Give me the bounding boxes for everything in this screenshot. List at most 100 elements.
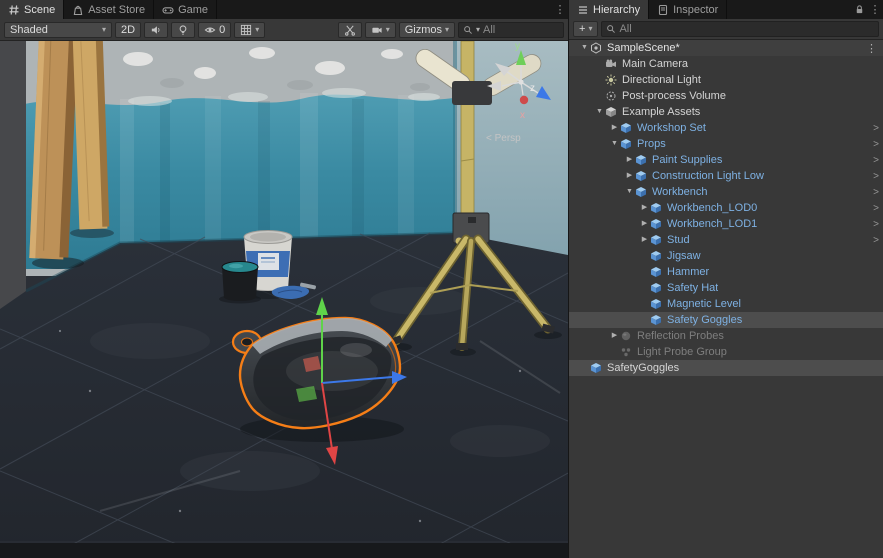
hierarchy-row[interactable]: ▶ Workbench_LOD0 >	[569, 200, 883, 216]
prefab-icon	[650, 314, 664, 326]
2d-toggle-label: 2D	[121, 24, 135, 36]
hierarchy-row[interactable]: Safety Goggles	[569, 312, 883, 328]
tab-label: Scene	[24, 4, 55, 16]
inspector-tab-icon	[657, 4, 669, 16]
visibility-toggle[interactable]: 0	[198, 22, 231, 38]
hierarchy-search[interactable]	[601, 21, 879, 37]
foldout-closed-icon[interactable]: ▶	[609, 328, 620, 344]
foldout-open-icon[interactable]: ▼	[624, 184, 635, 200]
prefab-icon	[650, 202, 664, 214]
hierarchy-row[interactable]: ▶Construction Light Low>	[569, 168, 883, 184]
lock-icon[interactable]	[851, 0, 867, 19]
tab-inspector[interactable]: Inspector	[649, 0, 727, 19]
kebab-menu-icon[interactable]: ⋮	[552, 0, 568, 19]
foldout-closed-icon[interactable]: ▶	[624, 152, 635, 168]
tab-label: Game	[178, 4, 208, 16]
hierarchy-row[interactable]: Safety Hat	[569, 280, 883, 296]
paint-can[interactable]	[219, 262, 261, 304]
prefab-icon	[650, 234, 664, 246]
foldout-closed-icon[interactable]: ▶	[609, 120, 620, 136]
hierarchy-row[interactable]: Main Camera	[569, 56, 883, 72]
hierarchy-item-label: Workbench	[652, 186, 707, 198]
tab-game[interactable]: Game	[154, 0, 217, 19]
hierarchy-row[interactable]: Post-process Volume	[569, 88, 883, 104]
unity-scene-icon	[590, 42, 604, 54]
scene-search-input[interactable]	[483, 24, 559, 36]
hierarchy-row[interactable]: Magnetic Level	[569, 296, 883, 312]
foldout-open-icon[interactable]: ▼	[594, 104, 605, 120]
gameobject-icon	[605, 106, 619, 118]
tab-label: Asset Store	[88, 4, 145, 16]
chevron-right-icon[interactable]: >	[873, 203, 879, 214]
chevron-right-icon[interactable]: >	[873, 171, 879, 182]
hierarchy-row[interactable]: ▶ Stud >	[569, 232, 883, 248]
chevron-right-icon[interactable]: >	[873, 155, 879, 166]
kebab-menu-icon[interactable]: ⋮	[866, 42, 879, 55]
shading-mode-dropdown[interactable]: Shaded ▾	[4, 22, 112, 38]
hierarchy-row[interactable]: ▶Workshop Set>	[569, 120, 883, 136]
chevron-right-icon[interactable]: >	[873, 219, 879, 230]
audio-icon	[150, 24, 162, 36]
tools-button[interactable]	[338, 22, 362, 38]
scene-viewport[interactable]: y z x < Persp	[0, 41, 568, 558]
tab-scene[interactable]: Scene	[0, 0, 64, 19]
hierarchy-search-input[interactable]	[619, 23, 874, 35]
hierarchy-item-label: Stud	[667, 234, 690, 246]
audio-toggle[interactable]	[144, 22, 168, 38]
chevron-right-icon[interactable]: >	[873, 123, 879, 134]
chevron-right-icon[interactable]: >	[873, 235, 879, 246]
foldout-open-icon[interactable]: ▼	[609, 136, 620, 152]
chevron-right-icon[interactable]: >	[873, 187, 879, 198]
hierarchy-row[interactable]: SafetyGoggles	[569, 360, 883, 376]
hidden-object-count: 0	[219, 24, 225, 36]
hierarchy-item-label: SafetyGoggles	[607, 362, 679, 374]
foldout-closed-icon[interactable]: ▶	[639, 200, 650, 216]
hierarchy-row[interactable]: Jigsaw	[569, 248, 883, 264]
asset-store-tab-icon	[72, 4, 84, 16]
light-icon	[605, 74, 619, 86]
hierarchy-row[interactable]: Light Probe Group	[569, 344, 883, 360]
tab-hierarchy[interactable]: Hierarchy	[569, 0, 649, 19]
prefab-icon	[590, 362, 604, 374]
hierarchy-item-label: Workbench_LOD1	[667, 218, 757, 230]
hierarchy-row[interactable]: ▶ Workbench_LOD1 >	[569, 216, 883, 232]
hierarchy-tab-icon	[577, 4, 589, 16]
prefab-icon	[650, 298, 664, 310]
axis-y-label: y	[515, 41, 520, 52]
volume-icon	[605, 90, 619, 102]
create-menu-button[interactable]: + ▾	[573, 21, 598, 37]
hierarchy-item-label: Light Probe Group	[637, 346, 727, 358]
projection-toggle-label[interactable]: < Persp	[486, 133, 521, 144]
hierarchy-row[interactable]: ▼ Workbench >	[569, 184, 883, 200]
2d-toggle[interactable]: 2D	[115, 22, 141, 38]
tab-asset-store[interactable]: Asset Store	[64, 0, 154, 19]
scene-search[interactable]: ▾	[458, 22, 564, 38]
scene-camera-dropdown[interactable]: ▾	[365, 22, 396, 38]
lighting-toggle[interactable]	[171, 22, 195, 38]
hierarchy-item-label: Workbench_LOD0	[667, 202, 757, 214]
chevron-right-icon[interactable]: >	[873, 139, 879, 150]
orientation-x-cone[interactable]	[520, 96, 528, 104]
hierarchy-row[interactable]: ▶Reflection Probes	[569, 328, 883, 344]
foldout-closed-icon[interactable]: ▶	[624, 168, 635, 184]
gizmos-dropdown[interactable]: Gizmos ▾	[399, 22, 455, 38]
hierarchy-row[interactable]: ▼Props>	[569, 136, 883, 152]
hierarchy-scene-row[interactable]: ▼ SampleScene* ⋮	[569, 40, 883, 56]
hierarchy-row[interactable]: Hammer	[569, 264, 883, 280]
foldout-closed-icon[interactable]: ▶	[639, 232, 650, 248]
foldout-closed-icon[interactable]: ▶	[639, 216, 650, 232]
hierarchy-item-label: SampleScene*	[607, 42, 680, 54]
hierarchy-item-label: Magnetic Level	[667, 298, 741, 310]
hierarchy-row[interactable]: ▶Paint Supplies>	[569, 152, 883, 168]
prefab-icon	[620, 122, 634, 134]
grid-visibility-dropdown[interactable]: ▾	[234, 22, 265, 38]
shading-mode-label: Shaded	[10, 24, 48, 36]
scene-tabbar: Scene Asset Store Game ⋮	[0, 0, 568, 19]
wood-planks	[29, 41, 114, 269]
hierarchy-item-label: Directional Light	[622, 74, 701, 86]
safety-goggles-object[interactable]	[233, 318, 404, 442]
hierarchy-row[interactable]: Directional Light	[569, 72, 883, 88]
foldout-open-icon[interactable]: ▼	[579, 40, 590, 56]
kebab-menu-icon[interactable]: ⋮	[867, 0, 883, 19]
hierarchy-row[interactable]: ▼Example Assets	[569, 104, 883, 120]
